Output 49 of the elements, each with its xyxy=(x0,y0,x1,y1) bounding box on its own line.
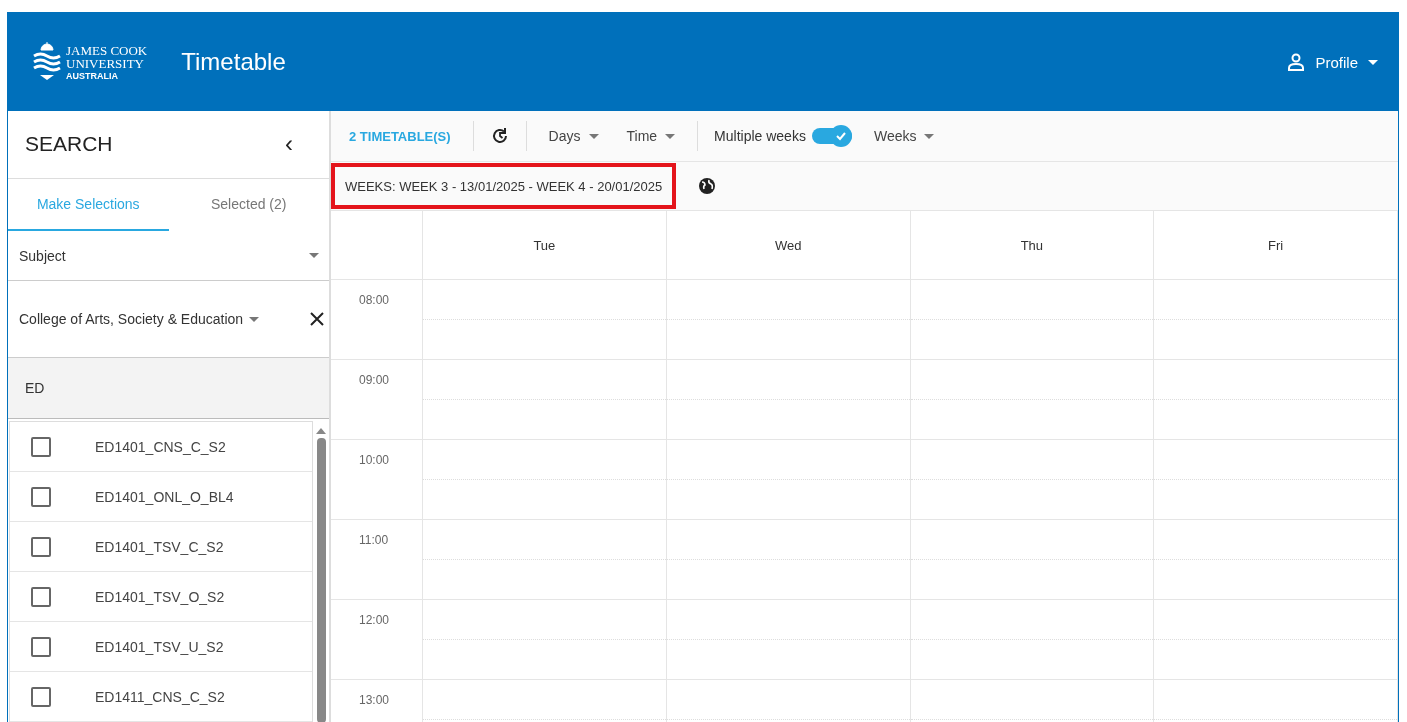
caret-icon xyxy=(1368,59,1378,65)
checkbox[interactable] xyxy=(31,636,51,657)
college-dropdown[interactable]: College of Arts, Society & Education xyxy=(19,311,260,328)
day-heading: Fri xyxy=(1268,238,1284,255)
time-label: 09:00 xyxy=(359,373,390,387)
logo-text: JAMES COOK xyxy=(66,43,148,57)
day-heading: Thu xyxy=(1020,238,1044,255)
waves-logo-icon xyxy=(32,42,62,82)
multiple-weeks-label: Multiple weeks xyxy=(714,128,806,144)
sidebar-tab[interactable]: Selected (2) xyxy=(168,178,329,232)
subject-item[interactable]: ED1401_CNS_C_S2 xyxy=(10,422,312,472)
checkbox[interactable] xyxy=(31,486,51,507)
time-label: 13:00 xyxy=(359,693,390,707)
subject-item[interactable]: ED1411_CNS_C_S2 xyxy=(10,672,312,722)
day-heading: Tue xyxy=(533,238,556,255)
logo-text: UNIVERSITY xyxy=(66,56,145,70)
close-icon[interactable] xyxy=(309,311,325,328)
caret-icon xyxy=(588,133,599,139)
search-heading: SEARCH xyxy=(25,132,113,157)
time-label: 11:00 xyxy=(359,533,389,547)
subject-item[interactable]: ED1401_TSV_O_S2 xyxy=(10,572,312,622)
time-label: 08:00 xyxy=(359,293,390,307)
person-icon xyxy=(1287,53,1306,71)
logo-text: AUSTRALIA xyxy=(66,71,119,81)
days-dropdown[interactable]: Days xyxy=(542,127,605,145)
checkbox[interactable] xyxy=(31,536,51,557)
subject-item[interactable]: ED1401_TSV_U_S2 xyxy=(10,622,312,672)
checkbox[interactable] xyxy=(31,686,51,707)
caret-icon xyxy=(924,133,935,139)
weeks-chip[interactable]: WEEKS: WEEK 3 - 13/01/2025 - WEEK 4 - 20/01/2025 xyxy=(331,163,677,209)
subject-item[interactable]: ED1401_TSV_C_S2 xyxy=(10,522,312,572)
globe-icon[interactable] xyxy=(698,177,717,195)
app-title: Timetable xyxy=(181,48,286,76)
caret-icon xyxy=(249,316,260,322)
time-dropdown[interactable]: Time xyxy=(620,127,682,145)
subject-item[interactable]: ED1401_ONL_O_BL4 xyxy=(10,472,312,522)
checkbox[interactable] xyxy=(31,436,51,457)
collapse-button[interactable]: ‹ xyxy=(279,129,299,160)
checkbox[interactable] xyxy=(31,586,51,607)
toggle-switch[interactable] xyxy=(811,128,852,144)
time-label: 12:00 xyxy=(359,613,390,627)
time-label: 10:00 xyxy=(359,453,390,467)
filter-field[interactable]: ED xyxy=(8,358,329,419)
caret-icon xyxy=(309,253,319,259)
profile-button[interactable]: Profile xyxy=(1281,52,1384,72)
caret-icon xyxy=(665,133,676,139)
type-dropdown[interactable]: Subject xyxy=(8,231,329,282)
day-heading: Wed xyxy=(774,238,802,255)
weeks-dropdown[interactable]: Weeks xyxy=(867,127,941,145)
